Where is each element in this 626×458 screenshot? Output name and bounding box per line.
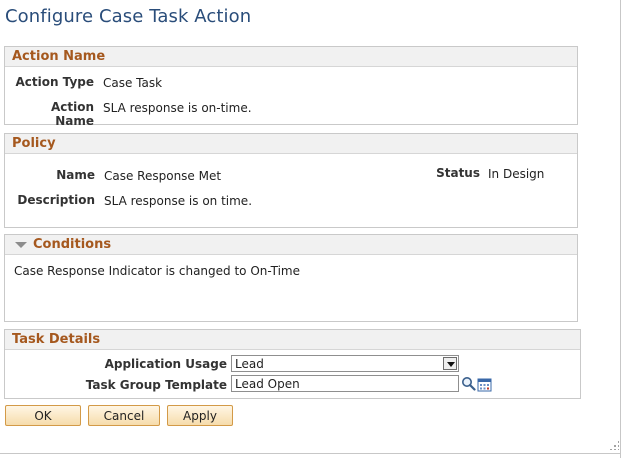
policy-status-value: In Design xyxy=(488,167,545,181)
policy-header: Policy xyxy=(5,134,577,154)
task-details-section-title: Task Details xyxy=(12,332,101,347)
action-name-label: Action Name xyxy=(50,100,94,128)
conditions-header[interactable]: Conditions xyxy=(5,235,577,255)
policy-name-label: Name xyxy=(56,168,95,182)
window-right-edge xyxy=(620,0,626,458)
action-name-section-title: Action Name xyxy=(12,49,106,64)
action-name-header: Action Name xyxy=(5,47,577,67)
application-usage-label: Application Usage xyxy=(104,357,227,371)
calendar-icon[interactable] xyxy=(477,377,492,392)
collapse-triangle-icon[interactable] xyxy=(15,241,27,248)
conditions-section: Conditions xyxy=(4,234,578,322)
resize-grip-icon[interactable] xyxy=(609,440,619,450)
application-usage-select[interactable]: Lead xyxy=(231,355,459,372)
cancel-button[interactable]: Cancel xyxy=(88,405,160,426)
action-type-value: Case Task xyxy=(103,76,163,90)
condition-text: Case Response Indicator is changed to On… xyxy=(14,264,300,278)
policy-status-label: Status xyxy=(436,166,480,180)
action-type-label: Action Type xyxy=(15,75,94,89)
ok-button[interactable]: OK xyxy=(5,405,81,426)
action-name-value: SLA response is on-time. xyxy=(103,101,252,115)
dropdown-arrow-icon[interactable] xyxy=(443,357,457,370)
page-title: Configure Case Task Action xyxy=(5,6,252,27)
policy-description-label: Description xyxy=(17,193,95,207)
task-details-header: Task Details xyxy=(5,330,580,350)
policy-description-value: SLA response is on time. xyxy=(104,194,253,208)
magnifier-icon[interactable] xyxy=(461,376,476,391)
task-group-template-label: Task Group Template xyxy=(85,378,227,392)
application-usage-selected-value: Lead xyxy=(235,357,264,371)
conditions-section-title[interactable]: Conditions xyxy=(33,237,111,252)
apply-button[interactable]: Apply xyxy=(167,405,233,426)
window-bottom-edge xyxy=(0,453,620,458)
policy-name-value: Case Response Met xyxy=(104,169,222,183)
policy-section-title: Policy xyxy=(12,136,56,151)
task-group-template-input[interactable] xyxy=(231,375,459,392)
